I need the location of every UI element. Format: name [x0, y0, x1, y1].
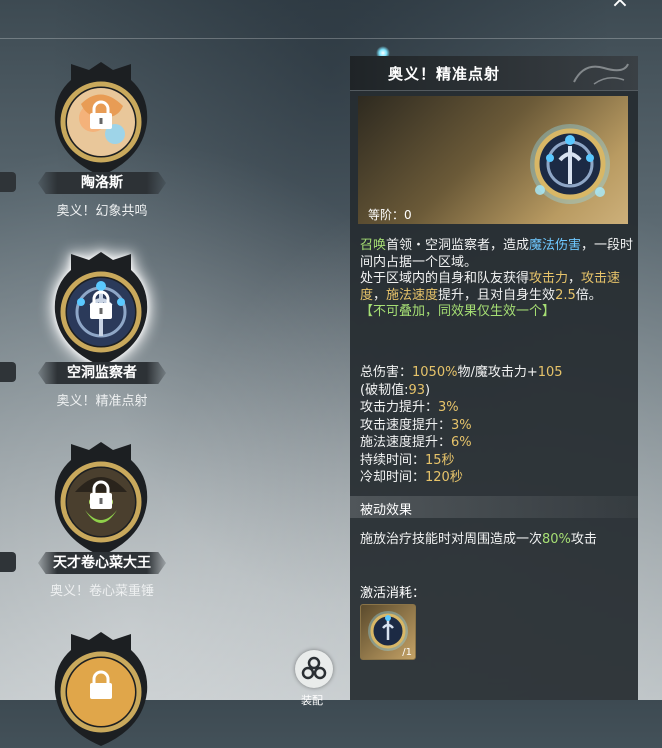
skill-detail-panel: 奥义！精准点射 等阶：0 召唤首领・空洞监察者，造成魔法伤害，一段时间内占据一个…	[350, 56, 638, 700]
lock-icon	[90, 670, 112, 699]
skill-subtitle-kongdong: 奥义！精准点射	[56, 394, 148, 409]
desc-damage-type: 魔法伤害	[529, 238, 582, 253]
skill-subtitle-taoluosi: 奥义！幻象共鸣	[56, 204, 148, 219]
equip-button[interactable]	[295, 650, 333, 688]
stat-cooldown: 冷却时间：120秒	[360, 470, 463, 485]
desc-text: 首领・空洞监察者，造成	[386, 238, 530, 253]
skill-name-kongdong: 空洞监察者	[38, 362, 166, 384]
desc-text: ，	[373, 287, 387, 303]
passive-section-header: 被动效果	[350, 496, 638, 518]
passive-description: 施放治疗技能时对周围造成一次80%攻击	[360, 532, 597, 547]
lock-icon	[90, 480, 112, 509]
skill-banner: 等阶：0	[358, 96, 628, 224]
skill-badge-partial[interactable]	[51, 630, 151, 748]
skill-name-taoluosi: 陶洛斯	[38, 172, 166, 194]
skill-badge-kongdong[interactable]	[51, 250, 151, 368]
stat-break: (破韧值:93)	[360, 382, 431, 398]
desc-multiplier: 2.5	[555, 287, 576, 303]
desc-text: 处于区域内的自身和队友获得	[360, 271, 530, 286]
desc-note: 【不可叠加，同效果仅生效一个】	[360, 304, 556, 319]
stat-total-damage: 总伤害：1050%物/魔攻击力+105	[360, 365, 563, 380]
panel-title: 奥义！精准点射	[388, 65, 501, 83]
skill-level: 等阶：0	[368, 208, 412, 222]
top-divider	[0, 38, 662, 39]
equip-icon	[301, 656, 327, 680]
offscreen-name-plate	[0, 552, 16, 572]
stat-duration: 持续时间：15秒	[360, 452, 455, 468]
desc-text: ，	[568, 271, 582, 286]
skill-emblem-icon	[530, 124, 610, 204]
offscreen-name-plate	[0, 172, 16, 192]
passive-title: 被动效果	[360, 503, 413, 518]
desc-text: 倍。	[575, 287, 602, 303]
skill-badge-taoluosi[interactable]	[51, 60, 151, 178]
lock-icon	[90, 290, 112, 319]
cost-count: /1	[402, 647, 412, 658]
stat-castspd: 施法速度提升：6%	[360, 435, 472, 450]
offscreen-name-plate	[0, 362, 16, 382]
desc-buff-castspd: 施法速度	[386, 287, 439, 303]
skill-subtitle-juanxincai: 奥义！卷心菜重锤	[49, 584, 154, 599]
stat-atkspd: 攻击速度提升：3%	[360, 417, 472, 433]
skill-description: 召唤首领・空洞监察者，造成魔法伤害，一段时间内占据一个区域。 处于区域内的自身和…	[360, 238, 636, 321]
panel-header: 奥义！精准点射	[350, 56, 638, 91]
equip-button-label: 装配	[301, 694, 323, 707]
desc-summon: 召唤	[360, 238, 387, 253]
activation-cost-item[interactable]: /1	[360, 604, 416, 660]
skill-stats: 总伤害：1050%物/魔攻击力+105 (破韧值:93) 攻击力提升：3% 攻击…	[360, 364, 636, 487]
desc-text: 提升，且对自身生效	[438, 287, 556, 303]
desc-buff-atk: 攻击力	[529, 271, 569, 286]
swirl-decoration	[573, 63, 629, 85]
skill-badge-juanxincai[interactable]	[51, 440, 151, 558]
stat-atk: 攻击力提升：3%	[360, 400, 459, 415]
close-icon[interactable]: ×	[608, 0, 632, 16]
skill-name-juanxincai: 天才卷心菜大王	[38, 552, 166, 574]
lock-icon	[90, 100, 112, 129]
activation-cost-label: 激活消耗：	[360, 586, 426, 601]
